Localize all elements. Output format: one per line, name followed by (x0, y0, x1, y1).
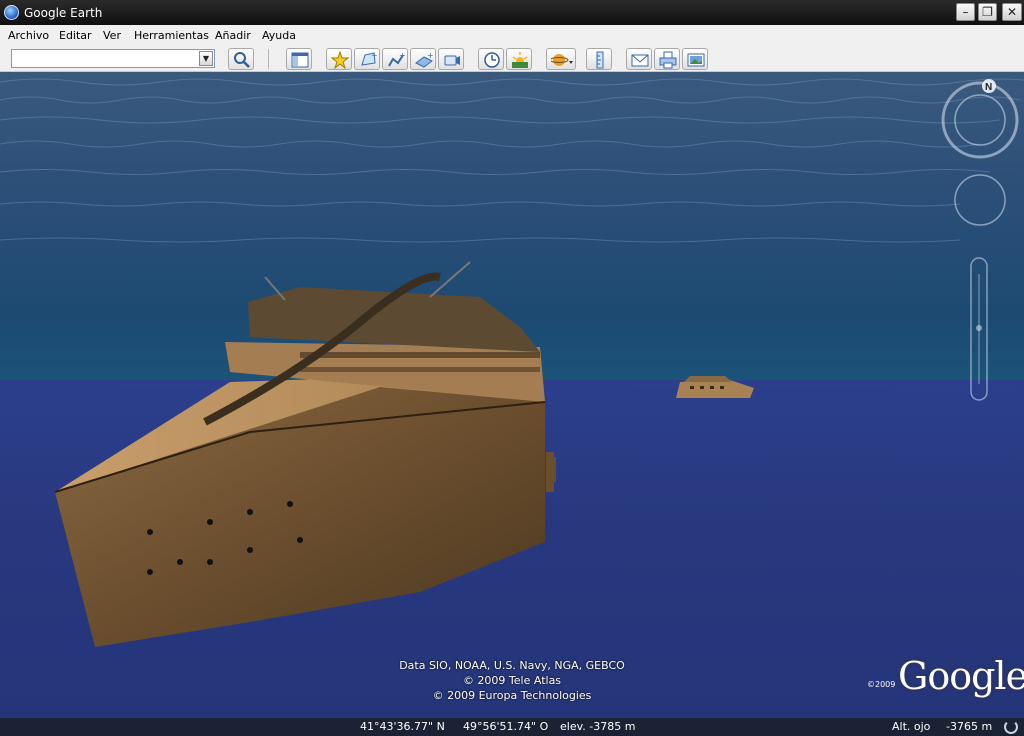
menu-archivo[interactable]: Archivo (8, 29, 49, 42)
menu-ayuda[interactable]: Ayuda (262, 29, 296, 42)
historical-imagery-icon (484, 52, 500, 68)
eye-altitude-label: Alt. ojo (892, 720, 931, 733)
elevation-readout: elev. -3785 m (560, 720, 636, 733)
email-button[interactable] (626, 48, 652, 70)
placemark-button[interactable] (326, 48, 352, 70)
maximize-button[interactable]: ❐ (978, 3, 997, 21)
polygon-button[interactable]: + (354, 48, 380, 70)
status-bar: 41°43'36.77" N 49°56'51.74" O elev. -378… (0, 718, 1024, 736)
window-title: Google Earth (24, 6, 103, 20)
sunlight-icon (512, 52, 528, 68)
shipwreck-bow-model (54, 261, 556, 647)
record-tour-button[interactable] (438, 48, 464, 70)
placemark-icon (331, 51, 349, 69)
longitude-readout: 49°56'51.74" O (463, 720, 549, 733)
path-button[interactable]: + (382, 48, 408, 70)
planets-icon (551, 54, 573, 66)
historical-imagery-button[interactable] (478, 48, 504, 70)
record-tour-icon (444, 55, 460, 66)
search-input[interactable]: ▼ (11, 49, 215, 68)
search-icon (234, 52, 250, 68)
attribution-line: © 2009 Europa Technologies (432, 689, 592, 702)
toolbar-divider (268, 49, 269, 69)
search-dropdown-icon[interactable]: ▼ (199, 51, 213, 66)
data-attribution: Data SIO, NOAA, U.S. Navy, NGA, GEBCO © … (352, 658, 672, 703)
svg-text:+: + (399, 51, 405, 60)
svg-text:+: + (427, 51, 433, 60)
image-overlay-button[interactable]: + (410, 48, 436, 70)
menu-herramientas[interactable]: Herramientas (134, 29, 209, 42)
attribution-line: Data SIO, NOAA, U.S. Navy, NGA, GEBCO (399, 659, 625, 672)
move-joystick[interactable] (954, 174, 1006, 226)
title-bar: Google Earth – ❐ ✕ (0, 0, 1024, 25)
google-earth-logo-icon (4, 5, 19, 20)
zoom-slider[interactable] (970, 257, 988, 401)
sidebar-toggle-icon (291, 52, 309, 68)
look-compass[interactable] (941, 81, 1019, 159)
svg-text:+: + (371, 51, 377, 60)
compass-north-label: N (985, 82, 992, 93)
toolbar: ▼ + + + (0, 45, 1024, 72)
eye-altitude-value: -3765 m (946, 720, 993, 733)
logo-year: ©2009 (867, 680, 896, 689)
compass-north-indicator[interactable]: N (982, 79, 996, 93)
menu-anadir[interactable]: Añadir (215, 29, 251, 42)
menu-ver[interactable]: Ver (103, 29, 121, 42)
ruler-button[interactable] (586, 48, 612, 70)
close-button[interactable]: ✕ (1002, 3, 1022, 21)
shipwreck-stern-model (676, 376, 754, 398)
menu-bar: Archivo Editar Ver Herramientas Añadir A… (0, 25, 1024, 45)
save-image-button[interactable] (682, 48, 708, 70)
print-icon (659, 51, 677, 69)
ruler-icon (596, 51, 604, 69)
sidebar-toggle-button[interactable] (286, 48, 312, 70)
search-button[interactable] (228, 48, 254, 70)
latitude-readout: 41°43'36.77" N (360, 720, 445, 733)
navigation-controls: N (941, 79, 1019, 401)
email-icon (631, 54, 649, 67)
minimize-button[interactable]: – (956, 3, 975, 21)
earth-3d-view[interactable]: N Data SIO, NOAA, U.S. Navy, NGA, GEBCO … (0, 72, 1024, 718)
path-icon: + (388, 51, 405, 67)
streaming-progress-icon (1004, 720, 1018, 734)
print-button[interactable] (654, 48, 680, 70)
sunlight-button[interactable] (506, 48, 532, 70)
google-logo: Google (898, 654, 1024, 698)
save-image-icon (687, 53, 705, 67)
image-overlay-icon: + (415, 51, 433, 68)
polygon-icon: + (361, 51, 377, 66)
planets-button[interactable] (546, 48, 576, 70)
attribution-line: © 2009 Tele Atlas (462, 674, 562, 687)
menu-editar[interactable]: Editar (59, 29, 92, 42)
